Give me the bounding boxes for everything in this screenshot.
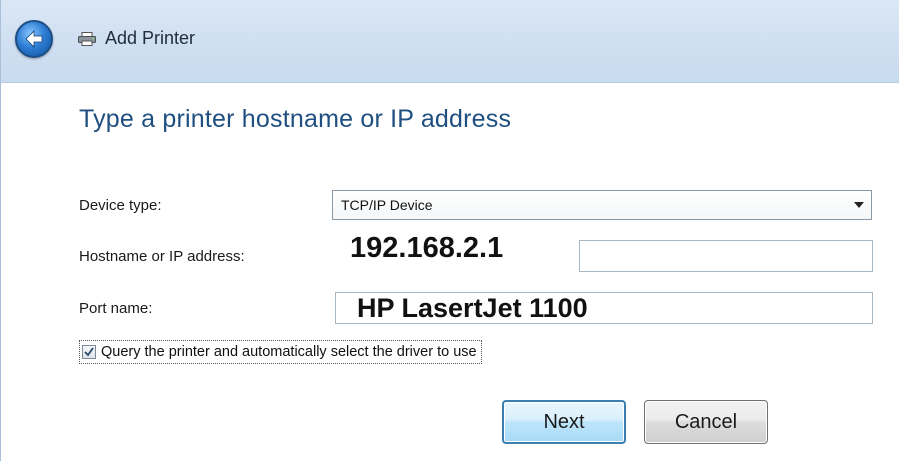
cancel-button[interactable]: Cancel	[644, 400, 768, 444]
printer-icon	[78, 32, 96, 46]
hostname-label: Hostname or IP address:	[79, 248, 245, 265]
next-button[interactable]: Next	[502, 400, 626, 444]
back-arrow-icon	[25, 30, 43, 48]
hostname-input-value[interactable]: 192.168.2.1	[346, 232, 508, 265]
query-printer-checkbox-row[interactable]: Query the printer and automatically sele…	[79, 340, 482, 364]
checkmark-icon	[84, 347, 94, 357]
device-type-label: Device type:	[79, 197, 162, 214]
query-printer-label: Query the printer and automatically sele…	[101, 344, 477, 360]
window-title: Add Printer	[105, 28, 196, 48]
add-printer-window: Add Printer Type a printer hostname or I…	[0, 0, 899, 461]
device-type-value: TCP/IP Device	[341, 197, 433, 213]
device-type-select[interactable]: TCP/IP Device	[332, 190, 872, 220]
page-heading: Type a printer hostname or IP address	[79, 105, 512, 133]
title-bar: Add Printer	[1, 0, 899, 83]
hostname-field[interactable]	[579, 240, 873, 272]
query-printer-checkbox[interactable]	[82, 345, 96, 359]
back-button[interactable]	[15, 20, 53, 58]
port-name-input-value[interactable]: HP LasertJet 1100	[357, 293, 588, 324]
port-name-label: Port name:	[79, 300, 153, 317]
chevron-down-icon	[854, 202, 864, 208]
